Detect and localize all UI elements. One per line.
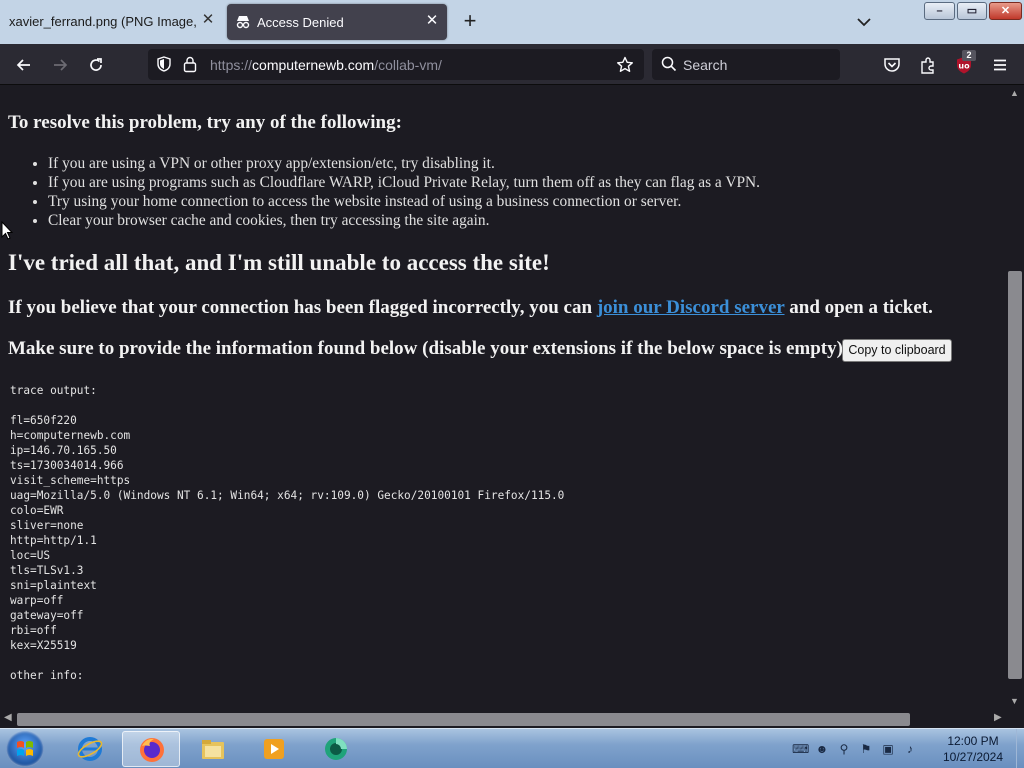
svg-text:uo: uo: [958, 62, 970, 71]
action-center-flag-icon[interactable]: ⚑: [858, 741, 874, 757]
close-icon: ✕: [1000, 5, 1011, 17]
discord-link[interactable]: join our Discord server: [597, 297, 785, 318]
list-item: Clear your browser cache and cookies, th…: [48, 211, 760, 230]
mouse-cursor-icon: [1, 221, 13, 240]
show-desktop-button[interactable]: [1016, 729, 1024, 768]
list-item: If you are using programs such as Cloudf…: [48, 173, 760, 192]
tab-png-image[interactable]: xavier_ferrand.png (PNG Image, 144 ✕: [0, 0, 222, 44]
system-tray: ⌨ ☻ ⚲ ⚑ ▣ ♪: [792, 741, 918, 757]
taskbar-file-explorer[interactable]: [184, 731, 242, 767]
minimize-icon: –: [936, 5, 943, 17]
tray-app-icon[interactable]: ☻: [814, 741, 830, 757]
window-controls: – ▭ ✕: [924, 2, 1022, 20]
incognito-icon: [235, 14, 251, 30]
extension-badge-count: 2: [962, 50, 976, 61]
url-path: /collab-vm/: [374, 57, 442, 73]
vertical-scrollbar[interactable]: ▲ ▼: [1006, 86, 1024, 711]
extensions-button[interactable]: [915, 52, 941, 78]
url-scheme: https://: [210, 57, 253, 73]
url-bar[interactable]: https://computernewb.com/collab-vm/: [148, 49, 644, 80]
tab-access-denied[interactable]: Access Denied ✕: [227, 4, 447, 40]
copy-to-clipboard-button[interactable]: Copy to clipboard: [842, 339, 952, 362]
taskbar-app[interactable]: [307, 731, 365, 767]
taskbar-media-player[interactable]: [245, 731, 303, 767]
search-input[interactable]: Search: [683, 57, 727, 73]
keyboard-icon[interactable]: ⌨: [792, 741, 809, 757]
resolve-heading: To resolve this problem, try any of the …: [8, 112, 402, 133]
scrollbar-thumb[interactable]: [17, 713, 910, 726]
taskbar-internet-explorer[interactable]: [61, 731, 119, 767]
horizontal-scrollbar[interactable]: ◀ ▶: [0, 711, 1024, 728]
volume-icon[interactable]: ♪: [902, 741, 918, 757]
scroll-down-icon[interactable]: ▼: [1010, 696, 1019, 706]
maximize-icon: ▭: [966, 5, 978, 17]
puzzle-icon: [921, 57, 934, 74]
start-button[interactable]: [6, 731, 44, 767]
list-item: If you are using a VPN or other proxy ap…: [48, 154, 760, 173]
windows-logo-icon: [17, 741, 33, 756]
provide-info-heading: Make sure to provide the information fou…: [8, 338, 850, 359]
taskbar-firefox[interactable]: [122, 731, 180, 767]
app-menu-button[interactable]: [987, 52, 1013, 78]
reload-button[interactable]: [83, 52, 109, 78]
file-explorer-icon: [202, 740, 224, 759]
tab-strip: xavier_ferrand.png (PNG Image, 144 ✕ Acc…: [0, 0, 1024, 44]
clock-date: 10/27/2024: [942, 750, 1004, 764]
scroll-left-icon[interactable]: ◀: [4, 712, 12, 723]
network-icon[interactable]: ▣: [880, 741, 896, 757]
scroll-right-icon[interactable]: ▶: [994, 712, 1002, 723]
list-item: Try using your home connection to access…: [48, 192, 760, 211]
tab-title: Access Denied: [257, 15, 344, 30]
pocket-icon: [884, 58, 900, 72]
minimize-button[interactable]: –: [924, 2, 955, 20]
chevron-down-icon[interactable]: [854, 12, 874, 32]
tray-search-icon[interactable]: ⚲: [836, 741, 852, 757]
close-tab-icon[interactable]: ✕: [424, 13, 440, 29]
reload-icon: [90, 58, 102, 71]
flagged-text-after: and open a ticket.: [784, 297, 933, 318]
media-player-icon: [264, 739, 284, 759]
trace-output: trace output: fl=650f220 h=computernewb.…: [10, 384, 565, 682]
back-button[interactable]: [11, 52, 37, 78]
internet-explorer-icon: [77, 737, 103, 761]
maximize-button[interactable]: ▭: [957, 2, 987, 20]
back-arrow-icon: [16, 59, 30, 71]
navigation-toolbar: https://computernewb.com/collab-vm/ Sear…: [0, 44, 1024, 85]
windows-taskbar: ⌨ ☻ ⚲ ⚑ ▣ ♪ 12:00 PM 10/27/2024: [0, 728, 1024, 768]
close-tab-icon[interactable]: ✕: [200, 12, 216, 28]
clock-time: 12:00 PM: [947, 734, 999, 748]
still-unable-heading: I've tried all that, and I'm still unabl…: [8, 250, 550, 275]
page-content: To resolve this problem, try any of the …: [0, 86, 1006, 711]
forward-arrow-icon: [54, 59, 68, 71]
search-icon: [661, 56, 677, 77]
scroll-up-icon[interactable]: ▲: [1010, 88, 1019, 98]
scrollbar-thumb[interactable]: [1008, 271, 1022, 679]
url-text[interactable]: https://computernewb.com/collab-vm/: [210, 57, 442, 73]
firefox-icon: [140, 738, 164, 762]
tab-title: xavier_ferrand.png (PNG Image, 144: [9, 14, 197, 29]
forward-button[interactable]: [47, 52, 73, 78]
flagged-text-before: If you believe that your connection has …: [8, 297, 597, 318]
close-window-button[interactable]: ✕: [989, 2, 1022, 20]
lock-icon[interactable]: [182, 55, 198, 78]
new-tab-button[interactable]: +: [458, 10, 482, 34]
shield-icon[interactable]: [156, 56, 172, 77]
app-icon: [325, 738, 347, 760]
pocket-button[interactable]: [879, 52, 905, 78]
tips-list: If you are using a VPN or other proxy ap…: [48, 154, 760, 230]
search-bar[interactable]: Search: [652, 49, 840, 80]
bookmark-star-icon[interactable]: [616, 56, 634, 79]
hamburger-menu-icon: [994, 59, 1006, 71]
url-domain: computernewb.com: [252, 57, 375, 73]
flagged-paragraph: If you believe that your connection has …: [8, 297, 933, 319]
clock[interactable]: 12:00 PM 10/27/2024: [930, 733, 1016, 765]
